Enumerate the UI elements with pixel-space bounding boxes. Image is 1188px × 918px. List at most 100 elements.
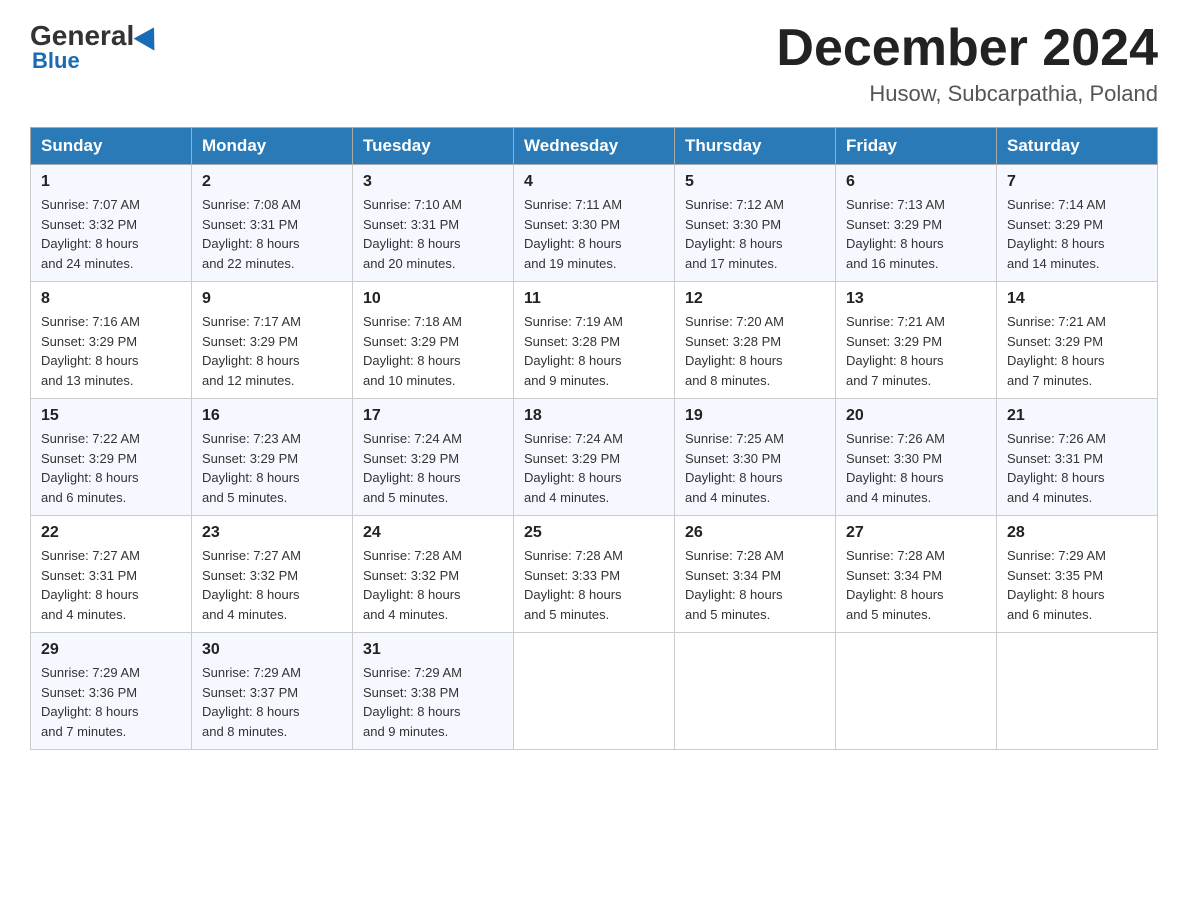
day-number: 2 <box>202 173 342 191</box>
calendar-cell: 18Sunrise: 7:24 AM Sunset: 3:29 PM Dayli… <box>514 399 675 516</box>
column-header-friday: Friday <box>836 128 997 165</box>
day-number: 18 <box>524 407 664 425</box>
column-header-monday: Monday <box>192 128 353 165</box>
calendar-cell: 1Sunrise: 7:07 AM Sunset: 3:32 PM Daylig… <box>31 165 192 282</box>
day-info: Sunrise: 7:08 AM Sunset: 3:31 PM Dayligh… <box>202 195 342 273</box>
calendar-week-row: 1Sunrise: 7:07 AM Sunset: 3:32 PM Daylig… <box>31 165 1158 282</box>
day-info: Sunrise: 7:29 AM Sunset: 3:37 PM Dayligh… <box>202 663 342 741</box>
calendar-cell: 7 Sunrise: 7:14 AM Sunset: 3:29 PM Daylig… <box>997 165 1158 282</box>
calendar-cell: 20 Sunrise: 7:26 AM Sunset: 3:30 PM Dayli… <box>836 399 997 516</box>
day-info: Sunrise: 7:28 AM Sunset: 3:32 PM Dayligh… <box>363 546 503 624</box>
calendar-cell: 25 Sunrise: 7:28 AM Sunset: 3:33 PM Dayli… <box>514 516 675 633</box>
day-number: 22 <box>41 524 181 542</box>
calendar-cell: 9 Sunrise: 7:17 AM Sunset: 3:29 PM Daylig… <box>192 282 353 399</box>
day-info: Sunrise: 7:28 AM Sunset: 3:34 PM Dayligh… <box>846 546 986 624</box>
day-info: Sunrise: 7:20 AM Sunset: 3:28 PM Dayligh… <box>685 312 825 390</box>
day-info: Sunrise: 7:16 AM Sunset: 3:29 PM Dayligh… <box>41 312 181 390</box>
page-header: General Blue December 2024 Husow, Subcar… <box>30 20 1158 107</box>
day-number: 3 <box>363 173 503 191</box>
day-number: 5 <box>685 173 825 191</box>
day-number: 24 <box>363 524 503 542</box>
day-info: Sunrise: 7:27 AM Sunset: 3:32 PM Dayligh… <box>202 546 342 624</box>
calendar-week-row: 8 Sunrise: 7:16 AM Sunset: 3:29 PM Daylig… <box>31 282 1158 399</box>
calendar-cell: 4 Sunrise: 7:11 AM Sunset: 3:30 PM Daylig… <box>514 165 675 282</box>
calendar-week-row: 22 Sunrise: 7:27 AM Sunset: 3:31 PM Dayli… <box>31 516 1158 633</box>
calendar-cell: 21Sunrise: 7:26 AM Sunset: 3:31 PM Dayli… <box>997 399 1158 516</box>
column-header-sunday: Sunday <box>31 128 192 165</box>
day-number: 23 <box>202 524 342 542</box>
day-info: Sunrise: 7:23 AM Sunset: 3:29 PM Dayligh… <box>202 429 342 507</box>
calendar-cell: 29Sunrise: 7:29 AM Sunset: 3:36 PM Dayli… <box>31 633 192 750</box>
column-header-thursday: Thursday <box>675 128 836 165</box>
day-info: Sunrise: 7:21 AM Sunset: 3:29 PM Dayligh… <box>846 312 986 390</box>
day-number: 26 <box>685 524 825 542</box>
day-info: Sunrise: 7:25 AM Sunset: 3:30 PM Dayligh… <box>685 429 825 507</box>
location-subtitle: Husow, Subcarpathia, Poland <box>776 81 1158 107</box>
day-number: 10 <box>363 290 503 308</box>
logo-triangle-icon <box>134 21 165 50</box>
day-number: 7 <box>1007 173 1147 191</box>
title-block: December 2024 Husow, Subcarpathia, Polan… <box>776 20 1158 107</box>
calendar-cell: 10 Sunrise: 7:18 AM Sunset: 3:29 PM Dayli… <box>353 282 514 399</box>
day-number: 25 <box>524 524 664 542</box>
day-number: 13 <box>846 290 986 308</box>
day-info: Sunrise: 7:22 AM Sunset: 3:29 PM Dayligh… <box>41 429 181 507</box>
day-number: 4 <box>524 173 664 191</box>
day-info: Sunrise: 7:19 AM Sunset: 3:28 PM Dayligh… <box>524 312 664 390</box>
calendar-cell: 8 Sunrise: 7:16 AM Sunset: 3:29 PM Daylig… <box>31 282 192 399</box>
logo: General Blue <box>30 20 164 74</box>
calendar-cell: 23 Sunrise: 7:27 AM Sunset: 3:32 PM Dayli… <box>192 516 353 633</box>
column-header-tuesday: Tuesday <box>353 128 514 165</box>
day-number: 21 <box>1007 407 1147 425</box>
day-info: Sunrise: 7:28 AM Sunset: 3:33 PM Dayligh… <box>524 546 664 624</box>
calendar-cell: 27 Sunrise: 7:28 AM Sunset: 3:34 PM Dayli… <box>836 516 997 633</box>
calendar-cell <box>514 633 675 750</box>
column-header-wednesday: Wednesday <box>514 128 675 165</box>
day-info: Sunrise: 7:18 AM Sunset: 3:29 PM Dayligh… <box>363 312 503 390</box>
calendar-cell: 19 Sunrise: 7:25 AM Sunset: 3:30 PM Dayli… <box>675 399 836 516</box>
day-info: Sunrise: 7:10 AM Sunset: 3:31 PM Dayligh… <box>363 195 503 273</box>
day-number: 14 <box>1007 290 1147 308</box>
day-number: 11 <box>524 290 664 308</box>
day-info: Sunrise: 7:11 AM Sunset: 3:30 PM Dayligh… <box>524 195 664 273</box>
calendar-table: SundayMondayTuesdayWednesdayThursdayFrid… <box>30 127 1158 750</box>
calendar-cell <box>997 633 1158 750</box>
month-title: December 2024 <box>776 20 1158 77</box>
day-info: Sunrise: 7:07 AM Sunset: 3:32 PM Dayligh… <box>41 195 181 273</box>
column-header-saturday: Saturday <box>997 128 1158 165</box>
calendar-cell: 22 Sunrise: 7:27 AM Sunset: 3:31 PM Dayli… <box>31 516 192 633</box>
calendar-cell: 24 Sunrise: 7:28 AM Sunset: 3:32 PM Dayli… <box>353 516 514 633</box>
day-info: Sunrise: 7:26 AM Sunset: 3:30 PM Dayligh… <box>846 429 986 507</box>
day-info: Sunrise: 7:21 AM Sunset: 3:29 PM Dayligh… <box>1007 312 1147 390</box>
day-info: Sunrise: 7:12 AM Sunset: 3:30 PM Dayligh… <box>685 195 825 273</box>
calendar-cell: 31 Sunrise: 7:29 AM Sunset: 3:38 PM Dayli… <box>353 633 514 750</box>
day-number: 19 <box>685 407 825 425</box>
calendar-header-row: SundayMondayTuesdayWednesdayThursdayFrid… <box>31 128 1158 165</box>
calendar-cell: 26Sunrise: 7:28 AM Sunset: 3:34 PM Dayli… <box>675 516 836 633</box>
calendar-cell: 14 Sunrise: 7:21 AM Sunset: 3:29 PM Dayli… <box>997 282 1158 399</box>
calendar-cell: 17 Sunrise: 7:24 AM Sunset: 3:29 PM Dayli… <box>353 399 514 516</box>
day-number: 31 <box>363 641 503 659</box>
logo-blue-text: Blue <box>32 48 80 74</box>
day-number: 20 <box>846 407 986 425</box>
day-number: 27 <box>846 524 986 542</box>
day-number: 30 <box>202 641 342 659</box>
day-info: Sunrise: 7:17 AM Sunset: 3:29 PM Dayligh… <box>202 312 342 390</box>
calendar-cell: 28Sunrise: 7:29 AM Sunset: 3:35 PM Dayli… <box>997 516 1158 633</box>
day-info: Sunrise: 7:14 AM Sunset: 3:29 PM Dayligh… <box>1007 195 1147 273</box>
day-info: Sunrise: 7:29 AM Sunset: 3:35 PM Dayligh… <box>1007 546 1147 624</box>
day-number: 8 <box>41 290 181 308</box>
day-number: 9 <box>202 290 342 308</box>
calendar-cell: 11 Sunrise: 7:19 AM Sunset: 3:28 PM Dayli… <box>514 282 675 399</box>
day-number: 12 <box>685 290 825 308</box>
calendar-cell: 13 Sunrise: 7:21 AM Sunset: 3:29 PM Dayli… <box>836 282 997 399</box>
calendar-week-row: 29Sunrise: 7:29 AM Sunset: 3:36 PM Dayli… <box>31 633 1158 750</box>
calendar-cell: 30 Sunrise: 7:29 AM Sunset: 3:37 PM Dayli… <box>192 633 353 750</box>
day-info: Sunrise: 7:24 AM Sunset: 3:29 PM Dayligh… <box>363 429 503 507</box>
day-info: Sunrise: 7:29 AM Sunset: 3:38 PM Dayligh… <box>363 663 503 741</box>
calendar-cell: 5 Sunrise: 7:12 AM Sunset: 3:30 PM Daylig… <box>675 165 836 282</box>
calendar-cell <box>836 633 997 750</box>
day-number: 17 <box>363 407 503 425</box>
day-info: Sunrise: 7:29 AM Sunset: 3:36 PM Dayligh… <box>41 663 181 741</box>
day-info: Sunrise: 7:27 AM Sunset: 3:31 PM Dayligh… <box>41 546 181 624</box>
